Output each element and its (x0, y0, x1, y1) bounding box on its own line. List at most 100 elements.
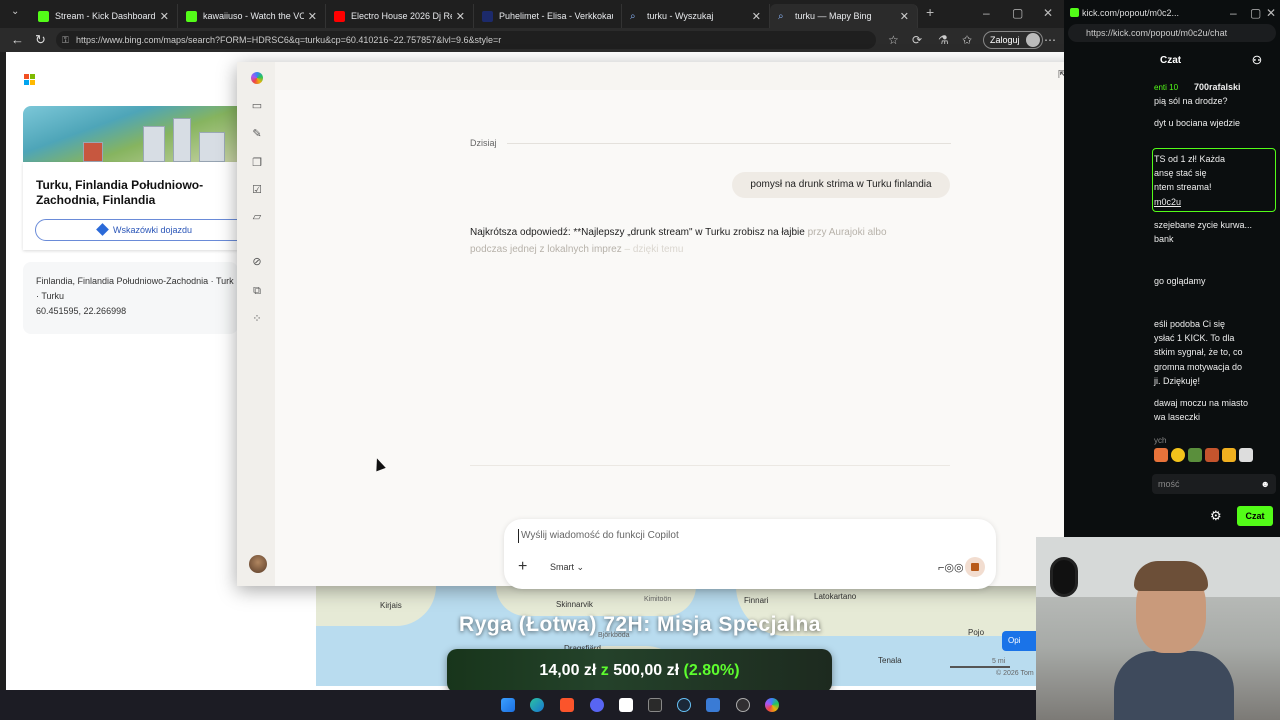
copy-chats-icon[interactable]: ❐ (251, 157, 263, 169)
search-favicon-icon: ⌕ (630, 10, 636, 22)
maximize-icon[interactable]: ▢ (1250, 6, 1261, 20)
brave-icon[interactable] (560, 698, 574, 712)
site-info-icon[interactable]: ⚿ (62, 31, 69, 49)
steam-icon[interactable] (677, 698, 691, 712)
send-chat-button[interactable]: Czat (1237, 506, 1273, 526)
tab-youtube[interactable]: Electro House 2026 Dj Remix ✕ (326, 4, 474, 28)
vision-glasses-icon[interactable]: ⌐◎◎ (938, 561, 964, 574)
images-icon[interactable]: ⧉ (251, 285, 263, 297)
answer-text-fading: – dzięki temu (621, 244, 684, 255)
place-title: Turku, Finlandia Południowo-Zachodnia, F… (36, 178, 204, 207)
emote-bar[interactable] (1154, 448, 1274, 464)
apps-icon[interactable]: ⁘ (251, 313, 263, 325)
address-bar: ← ↻ ⚿ https://www.bing.com/maps/search?F… (0, 28, 1064, 52)
close-icon[interactable]: ✕ (900, 10, 909, 23)
favorite-star-icon[interactable]: ☆ (888, 33, 899, 47)
folder-icon[interactable]: ▱ (251, 211, 263, 223)
new-chat-icon[interactable]: ✎ (251, 128, 263, 140)
elisa-favicon-icon (482, 10, 493, 22)
refresh-icon[interactable]: ↻ (35, 32, 46, 48)
tab-kick-dashboard[interactable]: Stream - Kick Dashboard ✕ (30, 4, 178, 28)
chat-message: pią sól na drodze? (1154, 96, 1228, 106)
close-icon[interactable]: ✕ (160, 10, 169, 23)
assistant-answer: Najkrótsza odpowiedź: **Najlepszy „drunk… (470, 224, 950, 258)
sidebar-toggle-icon[interactable]: ▭ (251, 100, 263, 112)
map-label: Tenala (878, 656, 902, 665)
chat-message: wa laseczki (1154, 412, 1201, 422)
user-message: pomysł na drunk strima w Turku finlandia (732, 172, 950, 198)
webcam-feed (1036, 537, 1280, 720)
browser-essentials-icon[interactable]: ⚗ (938, 33, 949, 47)
obs-icon[interactable] (736, 698, 750, 712)
place-card: Turku, Finlandia Południowo-Zachodnia, F… (23, 162, 255, 250)
close-icon[interactable]: ✕ (456, 10, 465, 23)
day-label: Dzisiaj (470, 138, 497, 148)
close-window-icon[interactable]: ✕ (1266, 6, 1276, 20)
chat-input-placeholder: mość (1158, 479, 1180, 489)
coordinates: 60.451595, 22.266998 (36, 306, 127, 316)
microsoft-logo-icon (24, 74, 36, 86)
more-menu-icon[interactable]: ⋯ (1044, 33, 1056, 47)
windows-start-icon[interactable] (501, 698, 515, 712)
emoji-icon[interactable]: ☻ (1261, 474, 1270, 494)
kick-favicon-icon (186, 10, 197, 22)
tasks-icon[interactable]: ☑ (251, 184, 263, 196)
open-button[interactable]: Opi (1002, 631, 1036, 651)
close-icon[interactable]: ✕ (308, 10, 317, 23)
close-window-icon[interactable]: ✕ (1043, 6, 1053, 20)
chevron-down-icon: ⌄ (576, 562, 585, 572)
minimize-icon[interactable]: – (983, 6, 990, 20)
discord-icon[interactable] (590, 698, 604, 712)
streamer-app-icon[interactable] (619, 698, 633, 712)
back-icon[interactable]: ← (11, 32, 24, 47)
new-tab-icon[interactable]: + (926, 4, 934, 20)
tab-list-icon[interactable]: ⌄ (11, 6, 19, 17)
divider (470, 465, 950, 466)
stop-generating-button[interactable] (965, 557, 985, 577)
users-icon[interactable]: ⚇ (1252, 54, 1262, 67)
top-user: 700rafalski (1194, 82, 1241, 92)
tab-label: turku — Mapy Bing (795, 11, 872, 21)
message-input[interactable]: Wyślij wiadomość do funkcji Copilot (518, 529, 918, 543)
profile-avatar (1025, 33, 1040, 47)
extensions-icon[interactable]: ⟳ (912, 33, 922, 47)
answer-text-fading: przy Aurajoki albo (804, 227, 887, 238)
chat-message: ych (1154, 436, 1167, 445)
copilot-conversation: Dzisiaj pomysł na drunk strima w Turku f… (275, 90, 1155, 589)
settings-gear-icon[interactable]: ⚙ (1210, 508, 1222, 524)
streamer (1114, 561, 1234, 720)
tab-label: turku - Wyszukaj (647, 11, 714, 21)
map-label: Finnari (744, 596, 769, 605)
add-attachment-icon[interactable]: + (518, 559, 527, 575)
mode-selector[interactable]: Smart ⌄ (550, 562, 584, 573)
answer-text: Najkrótsza odpowiedź: **Najlepszy „drunk… (470, 227, 805, 238)
url-field[interactable]: https://kick.com/popout/m0c2u/chat (1068, 24, 1276, 42)
chat-message: bank (1154, 234, 1174, 244)
tab-bing-search[interactable]: ⌕ turku - Wyszukaj ✕ (622, 4, 770, 28)
close-icon[interactable]: ✕ (752, 10, 761, 23)
edge-icon[interactable] (530, 698, 544, 712)
login-button[interactable]: Zaloguj (983, 31, 1043, 49)
divider (507, 143, 951, 144)
tab-bing-maps[interactable]: ⌕ turku — Mapy Bing ✕ (770, 4, 918, 28)
copilot-taskbar-icon[interactable] (765, 698, 779, 712)
stream-goal-title: Ryga (Łotwa) 72H: Misja Specjalna (459, 613, 821, 636)
app-icon[interactable] (706, 698, 720, 712)
chat-input[interactable]: mość ☻ (1152, 474, 1276, 494)
favorites-icon[interactable]: ✩ (962, 33, 972, 47)
minimize-icon[interactable]: – (1230, 6, 1237, 20)
answer-text-fading: podczas jednej z lokalnych imprez (470, 244, 622, 255)
map-label: Skinnarvik (556, 600, 593, 609)
epic-games-icon[interactable] (648, 698, 662, 712)
kick-tab[interactable]: kick.com/popout/m0c2... (1068, 4, 1276, 22)
discover-icon[interactable]: ⊘ (251, 256, 263, 268)
chat-message: dawaj moczu na miasto (1154, 398, 1249, 408)
copilot-window: ▭ ✎ ❐ ☑ ▱ ⊘ ⧉ ⁘ ⇱ – ▢ ✕ Dzisiaj pomysł n… (237, 62, 1155, 589)
tab-kick-vod[interactable]: kawaiiuso - Watch the VOD on ✕ (178, 4, 326, 28)
tab-elisa[interactable]: Puhelimet - Elisa - Verkkokaupp (474, 4, 622, 28)
url-field[interactable]: ⚿ https://www.bing.com/maps/search?FORM=… (56, 31, 876, 49)
kick-favicon-icon (1070, 8, 1079, 17)
maximize-icon[interactable]: ▢ (1012, 6, 1023, 20)
directions-button[interactable]: Wskazówki dojazdu (35, 219, 255, 241)
user-avatar[interactable] (249, 555, 267, 573)
